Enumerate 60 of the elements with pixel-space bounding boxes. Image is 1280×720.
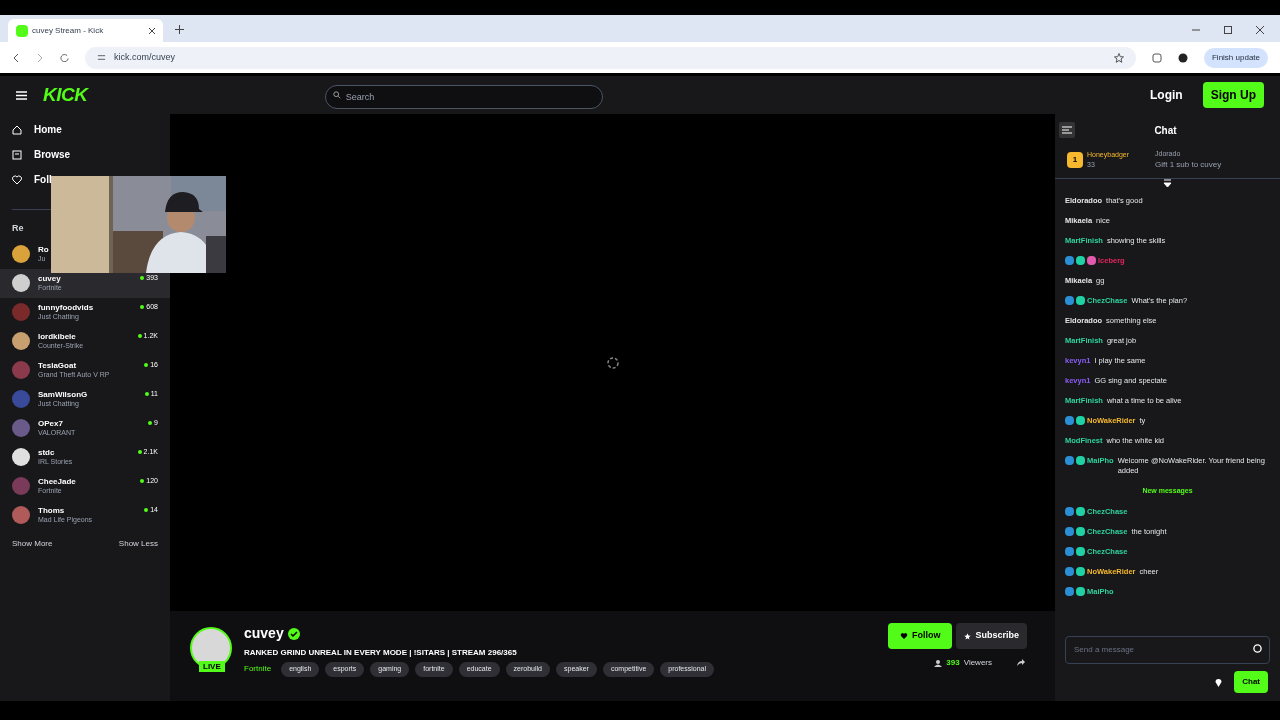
logo[interactable]: KICK — [43, 80, 88, 110]
category-link[interactable]: Fortnite — [244, 663, 272, 676]
viewers-label: Viewers — [963, 657, 992, 669]
browser-tab[interactable]: cuvey Stream - Kick — [8, 19, 163, 42]
star-icon — [964, 632, 972, 640]
menu-icon[interactable] — [16, 90, 27, 100]
channel-name: Thoms — [38, 505, 66, 516]
show-less-link[interactable]: Show Less — [118, 537, 158, 550]
channel-name: SamWilsonG — [38, 389, 89, 400]
pinned-text: Gift 1 sub to cuvey — [1155, 159, 1222, 172]
channel-name: CheeJade — [38, 476, 77, 487]
location-icon[interactable] — [1215, 677, 1223, 687]
search-icon — [332, 91, 341, 99]
expand-icon[interactable] — [1163, 179, 1172, 188]
login-button[interactable]: Login — [1142, 86, 1191, 104]
channel-name: OPex7 — [38, 418, 64, 429]
channel-name: Ro — [38, 244, 49, 255]
url-text: kick.com/cuvey — [114, 50, 175, 64]
tab-title: cuvey Stream - Kick — [32, 24, 105, 37]
home-icon — [12, 124, 22, 135]
heart-icon — [12, 174, 22, 185]
stream-title: RANKED GRIND UNREAL IN EVERY MODE | !SITARS | STREAM 296/365 — [244, 647, 518, 659]
nav-link[interactable]: Browse — [12, 147, 71, 162]
reload-icon[interactable] — [60, 53, 69, 62]
live-badge: LIVE — [199, 661, 225, 672]
close-icon[interactable] — [1256, 26, 1264, 34]
channel-name: funnyfoodvids — [38, 302, 95, 313]
chat-input[interactable]: Send a message — [1065, 635, 1270, 664]
send-button[interactable]: Chat — [1234, 671, 1268, 693]
channel-name: stdc — [38, 447, 56, 458]
favicon-icon — [16, 24, 28, 37]
signup-button[interactable]: Sign Up — [1202, 82, 1264, 108]
profile-icon[interactable] — [1177, 52, 1188, 63]
follow-button[interactable]: Follow — [888, 623, 953, 649]
loading-spinner-icon — [605, 355, 620, 370]
search-field[interactable]: Search — [324, 85, 603, 109]
nav-link[interactable]: Home — [12, 122, 62, 137]
rank-badge: 1 — [1067, 152, 1083, 168]
share-icon[interactable] — [1016, 659, 1025, 667]
channel-name: lordkibele — [38, 331, 77, 342]
show-more-link[interactable]: Show More — [12, 537, 53, 550]
star-icon[interactable] — [1113, 52, 1124, 63]
maximize-icon[interactable] — [1224, 26, 1232, 34]
update-button[interactable]: Finish update — [1203, 47, 1268, 68]
channel-name: TeslaGoat — [38, 360, 78, 371]
channel-name[interactable]: cuvey — [244, 623, 284, 644]
viewer-count: 393 — [946, 657, 960, 669]
collapse-chat-icon[interactable] — [1059, 122, 1075, 138]
nav-link[interactable]: Foll — [12, 172, 52, 187]
viewers-icon — [934, 659, 943, 667]
section-heading: Re — [11, 222, 25, 235]
channel-name: cuvey — [38, 273, 62, 284]
close-icon[interactable] — [149, 27, 155, 34]
heart-icon — [900, 632, 908, 640]
chat-title: Chat — [1153, 123, 1178, 138]
subscribe-button[interactable]: Subscribe — [956, 623, 1027, 649]
browse-icon — [12, 149, 22, 160]
back-icon[interactable] — [12, 53, 20, 62]
new-tab-icon[interactable] — [175, 25, 184, 34]
address-bar[interactable]: kick.com/cuvey — [85, 46, 1136, 69]
